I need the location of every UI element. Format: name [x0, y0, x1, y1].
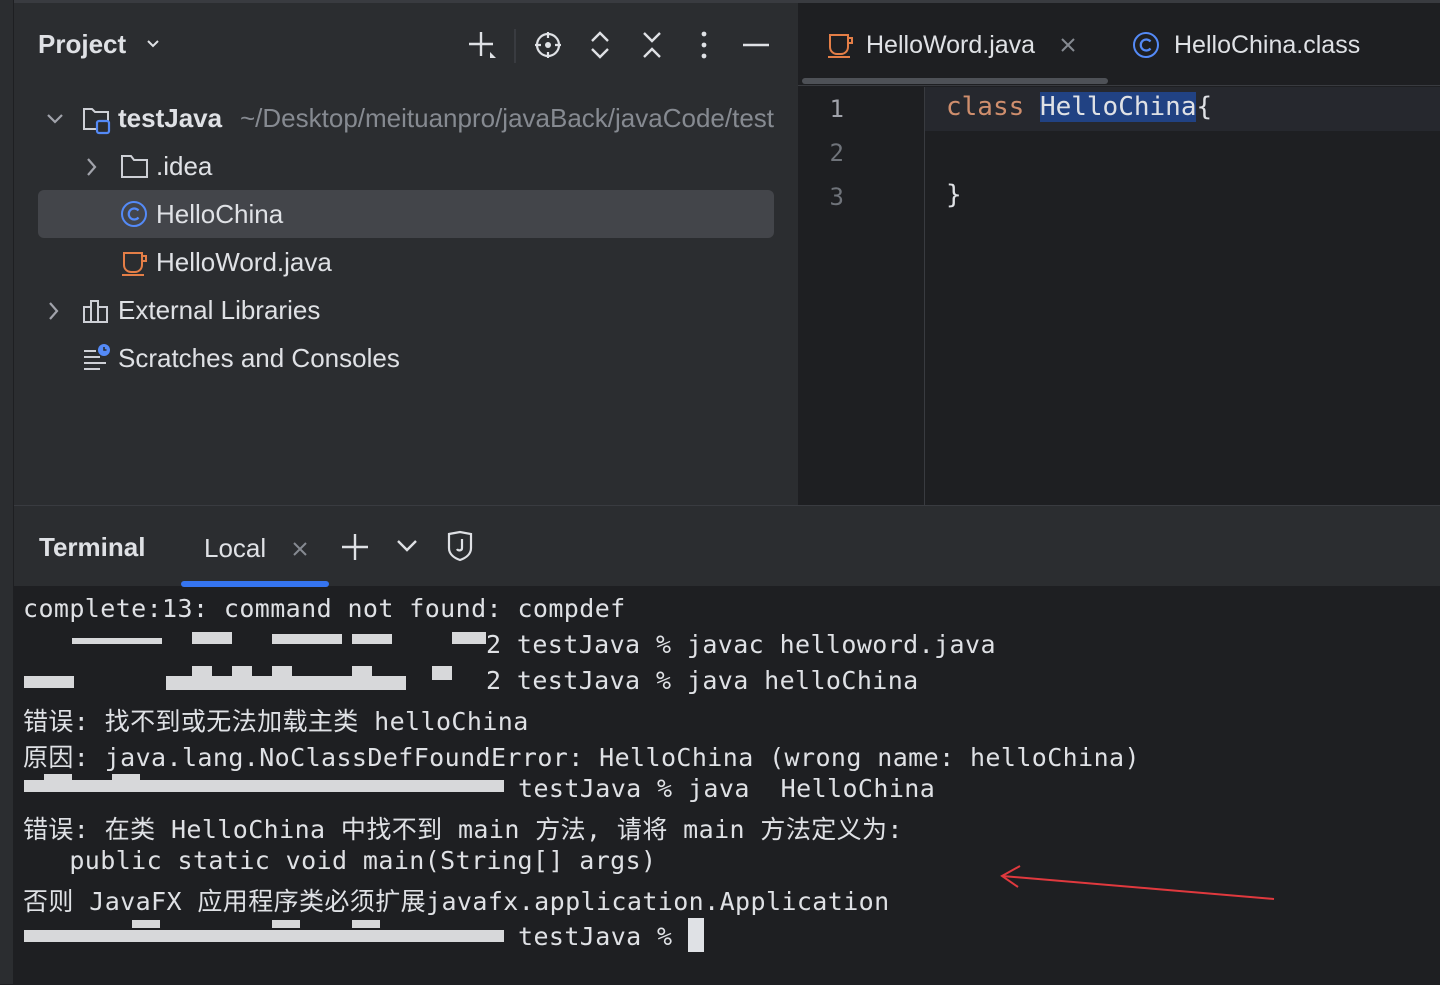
- module-folder-icon: [83, 108, 111, 135]
- terminal-line: testJava % java HelloChina: [518, 774, 936, 803]
- terminal-line: 错误: 在类 HelloChina 中找不到 main 方法, 请将 main …: [23, 815, 903, 844]
- java-file-icon: [828, 34, 853, 58]
- terminal-output[interactable]: complete:13: command not found: compdef …: [14, 588, 1440, 985]
- redacted-text: [352, 920, 380, 928]
- terminal-line: complete:13: command not found: compdef: [23, 594, 626, 623]
- chevron-down-icon[interactable]: [46, 113, 64, 125]
- tree-item-label: testJava: [118, 103, 223, 133]
- tree-item-idea[interactable]: .idea: [14, 143, 798, 191]
- terminal-line: public static void main(String[] args): [23, 846, 657, 875]
- code-keyword: class: [946, 92, 1025, 122]
- terminal-panel: Terminal Local complete:13: command not …: [14, 505, 1440, 985]
- redacted-text: [352, 634, 392, 644]
- tree-item-helloword-java[interactable]: HelloWord.java: [14, 239, 798, 287]
- left-tool-strip: [0, 0, 14, 984]
- shield-icon[interactable]: [446, 530, 474, 562]
- line-gutter: 1 2 3: [798, 87, 924, 505]
- code-close-brace: }: [946, 180, 962, 210]
- hide-panel-icon[interactable]: [738, 27, 774, 63]
- tree-item-testjava[interactable]: testJava ~/Desktop/meituanpro/javaBack/j…: [14, 95, 798, 143]
- tree-item-hellochina[interactable]: HelloChina: [38, 190, 774, 238]
- add-icon[interactable]: [340, 532, 370, 562]
- close-icon[interactable]: [1059, 36, 1077, 54]
- code-line-3[interactable]: }: [946, 180, 962, 210]
- tab-active-indicator: [802, 78, 1108, 84]
- tree-item-label: HelloWord.java: [156, 247, 332, 277]
- class-icon: [1133, 32, 1159, 58]
- code-line-1[interactable]: class HelloChina{: [946, 92, 1212, 122]
- locate-icon[interactable]: [530, 27, 566, 63]
- terminal-header: Terminal Local: [14, 506, 1440, 587]
- java-file-icon: [122, 252, 147, 276]
- code-open-brace: {: [1196, 92, 1213, 122]
- redacted-text: [352, 666, 372, 680]
- more-options-icon[interactable]: [686, 27, 722, 63]
- redacted-text: [272, 634, 342, 644]
- tab-helloword-java[interactable]: HelloWord.java: [826, 25, 1077, 65]
- terminal-line: testJava %: [518, 922, 688, 951]
- terminal-line: 否则 JavaFX 应用程序类必须扩展javafx.application.Ap…: [23, 887, 890, 916]
- tree-item-label: HelloChina: [156, 199, 284, 229]
- gutter-divider: [924, 87, 925, 505]
- libraries-icon: [83, 300, 108, 323]
- chevron-down-icon[interactable]: [396, 538, 418, 554]
- redacted-text: [24, 780, 504, 792]
- redacted-text: [452, 632, 486, 644]
- redacted-text: [192, 632, 232, 644]
- redacted-text: [72, 638, 162, 644]
- project-panel-title[interactable]: Project: [38, 29, 126, 60]
- editor: HelloWord.java HelloChina.class 1 2 3 cl…: [798, 3, 1440, 505]
- redacted-text: [232, 666, 252, 680]
- redacted-text: [272, 666, 292, 680]
- tree-item-scratches[interactable]: Scratches and Consoles: [14, 335, 798, 383]
- collapse-all-icon[interactable]: [634, 27, 670, 63]
- expand-all-icon[interactable]: [582, 27, 618, 63]
- tree-item-external-libraries[interactable]: External Libraries: [14, 287, 798, 335]
- line-number: 2: [829, 139, 844, 167]
- tab-hellochina-class[interactable]: HelloChina.class: [1132, 25, 1360, 65]
- redacted-text: [24, 930, 504, 942]
- redacted-text: [432, 666, 452, 680]
- chevron-right-icon[interactable]: [86, 157, 98, 177]
- tab-label: HelloChina.class: [1174, 30, 1361, 59]
- editor-tab-bar: HelloWord.java HelloChina.class: [798, 3, 1440, 86]
- code-class-name: HelloChina: [1039, 92, 1197, 122]
- class-icon: [121, 201, 147, 227]
- terminal-title: Terminal: [39, 532, 146, 562]
- annotation-arrow-icon: [1000, 865, 1275, 900]
- line-number: 1: [829, 95, 844, 123]
- tree-item-label: .idea: [156, 151, 213, 181]
- terminal-line: 原因: java.lang.NoClassDefFoundError: Hell…: [23, 743, 1140, 772]
- redacted-text: [272, 920, 300, 928]
- redacted-text: [112, 774, 140, 782]
- tab-label: HelloWord.java: [866, 30, 1036, 59]
- redacted-text: [24, 676, 74, 688]
- add-icon[interactable]: [464, 27, 500, 63]
- terminal-cursor: [687, 918, 704, 952]
- terminal-line: 2 testJava % java helloChina: [486, 666, 919, 695]
- close-icon[interactable]: [291, 540, 309, 558]
- redacted-text: [132, 920, 160, 928]
- tab-local[interactable]: Local: [204, 533, 266, 564]
- project-path: ~/Desktop/meituanpro/javaBack/javaCode/t…: [240, 103, 775, 133]
- terminal-line: 2 testJava % javac helloword.java: [486, 630, 996, 659]
- scratches-icon: [84, 344, 110, 370]
- tab-active-indicator: [181, 581, 329, 587]
- folder-icon: [121, 155, 148, 178]
- terminal-line: 错误: 找不到或无法加载主类 helloChina: [23, 707, 529, 736]
- chevron-right-icon[interactable]: [48, 301, 60, 321]
- project-panel: Project testJava ~/Desktop/meituanpro/ja…: [14, 3, 798, 505]
- terminal-prompt[interactable]: testJava %: [518, 918, 704, 952]
- chevron-down-icon[interactable]: [146, 37, 160, 51]
- redacted-text: [44, 774, 72, 782]
- tree-item-label: External Libraries: [118, 295, 321, 325]
- toolbar-divider: [514, 29, 516, 63]
- line-number: 3: [829, 183, 844, 211]
- tree-item-label: Scratches and Consoles: [118, 343, 400, 373]
